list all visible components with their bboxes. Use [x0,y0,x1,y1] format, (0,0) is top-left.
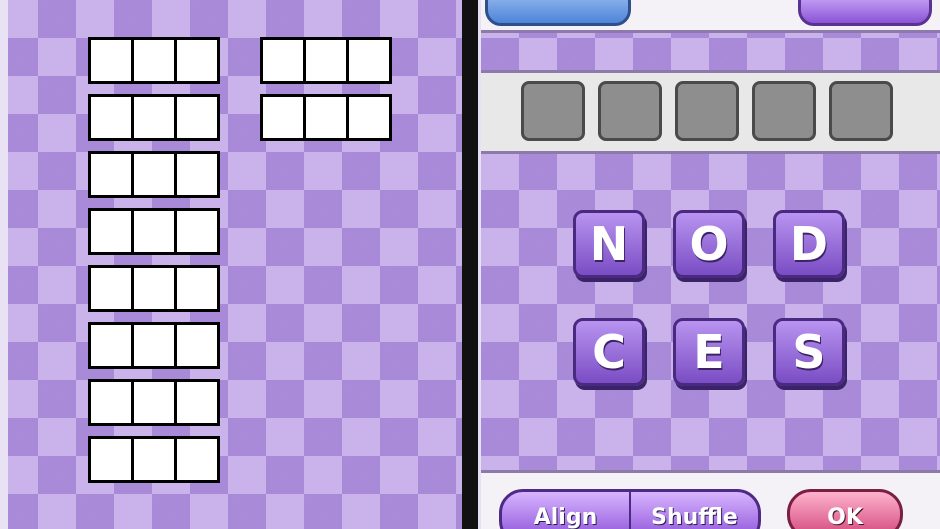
top-bar [481,0,940,33]
word-slot [88,208,220,255]
answer-slot[interactable] [675,81,739,141]
letter-cell [177,268,217,309]
screen-divider [462,0,478,529]
letter-tile[interactable]: E [673,318,745,386]
answer-slot[interactable] [752,81,816,141]
letter-cell [177,97,217,138]
word-slot [88,151,220,198]
letter-cell [91,382,131,423]
answer-slot[interactable] [598,81,662,141]
letter-cell [134,211,174,252]
letter-cell [134,382,174,423]
word-slot [260,94,392,141]
letter-cell [349,40,389,81]
align-button[interactable]: Align [502,492,629,529]
letter-cell [263,40,303,81]
letter-cell [134,268,174,309]
letter-cell [134,325,174,366]
navigation-button[interactable] [798,0,932,26]
letter-cell [263,97,303,138]
letter-cell [134,154,174,195]
word-slot [88,379,220,426]
answer-slot[interactable] [829,81,893,141]
letter-cell [177,40,217,81]
letter-cell [177,325,217,366]
letter-cell [91,268,131,309]
letter-tile[interactable]: D [773,210,845,278]
letter-cell [91,325,131,366]
letter-cell [177,154,217,195]
letter-cell [91,154,131,195]
letter-tile[interactable]: N [573,210,645,278]
letter-cell [349,97,389,138]
word-slot [88,37,220,84]
word-slot [88,265,220,312]
align-shuffle-group: Align Shuffle [499,489,761,529]
menu-button[interactable] [485,0,631,26]
word-slot [88,94,220,141]
letter-tile[interactable]: O [673,210,745,278]
letter-cell [91,97,131,138]
letter-cell [177,382,217,423]
word-slot [260,37,392,84]
letter-cell [134,439,174,480]
letter-cell [177,211,217,252]
letter-cell [91,40,131,81]
letter-cell [134,97,174,138]
letter-cell [134,40,174,81]
word-slot [88,322,220,369]
answer-bar [481,70,940,154]
bottom-bar: Align Shuffle OK [481,470,940,529]
letter-cell [306,97,346,138]
shuffle-button[interactable]: Shuffle [629,492,758,529]
letter-cell [91,211,131,252]
letter-cell [177,439,217,480]
letter-cell [91,439,131,480]
word-slot [88,436,220,483]
letter-cell [306,40,346,81]
ok-button[interactable]: OK [787,489,903,529]
word-list-screen [0,0,462,529]
letter-tile[interactable]: S [773,318,845,386]
letter-tile[interactable]: C [573,318,645,386]
play-screen: N O D C E S Align Shuffle OK [478,0,940,529]
answer-slot[interactable] [521,81,585,141]
